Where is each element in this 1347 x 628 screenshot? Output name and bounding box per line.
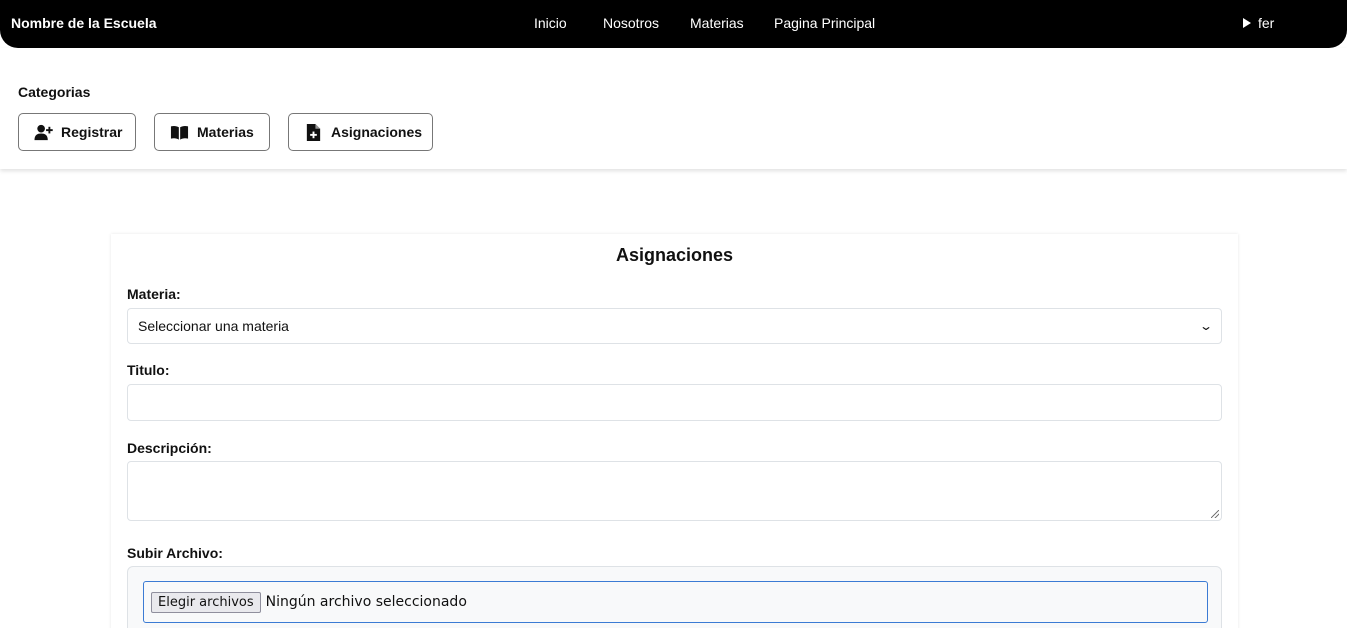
titulo-label: Titulo: xyxy=(127,362,170,378)
file-status-text: Ningún archivo seleccionado xyxy=(265,594,467,610)
file-input[interactable]: Elegir archivos Ningún archivo seleccion… xyxy=(143,581,1208,623)
caret-right-icon xyxy=(1243,18,1251,28)
asignaciones-label: Asignaciones xyxy=(331,124,423,140)
registrar-button[interactable]: Registrar xyxy=(18,113,136,151)
nav-link-pagina-principal[interactable]: Pagina Principal xyxy=(774,15,875,31)
categories-title: Categorias xyxy=(18,84,91,100)
registrar-label: Registrar xyxy=(61,124,123,140)
user-plus-icon xyxy=(34,123,53,142)
chevron-down-icon: ⌄ xyxy=(1198,319,1214,333)
resize-grip-icon[interactable] xyxy=(1211,510,1219,518)
materias-label: Materias xyxy=(197,124,254,140)
materias-button[interactable]: Materias xyxy=(154,113,270,151)
categories-bar: Categorias Registrar Materias Asignacion… xyxy=(0,48,1347,169)
assignment-form-card: Asignaciones Materia: Seleccionar una ma… xyxy=(111,234,1238,628)
nav-link-materias[interactable]: Materias xyxy=(690,15,744,31)
user-name: fer xyxy=(1258,15,1275,31)
asignaciones-button[interactable]: Asignaciones xyxy=(288,113,433,151)
materia-selected-value: Seleccionar una materia xyxy=(138,318,289,334)
top-navbar: Nombre de la Escuela Inicio Nosotros Mat… xyxy=(0,0,1347,48)
titulo-input[interactable] xyxy=(127,384,1222,421)
choose-files-button[interactable]: Elegir archivos xyxy=(151,591,261,613)
materia-label: Materia: xyxy=(127,286,181,302)
nav-link-nosotros[interactable]: Nosotros xyxy=(603,15,659,31)
nav-link-inicio[interactable]: Inicio xyxy=(534,15,567,31)
archivo-label: Subir Archivo: xyxy=(127,545,223,561)
main-nav: Inicio Nosotros Materias Pagina Principa… xyxy=(0,15,1347,33)
file-upload-box: Elegir archivos Ningún archivo seleccion… xyxy=(127,566,1222,628)
user-menu[interactable]: fer xyxy=(1243,15,1274,31)
form-title: Asignaciones xyxy=(615,245,734,265)
book-icon xyxy=(170,123,189,142)
descripcion-textarea[interactable] xyxy=(127,461,1222,521)
file-add-icon xyxy=(304,123,323,142)
materia-select[interactable]: Seleccionar una materia ⌄ xyxy=(127,308,1222,344)
descripcion-label: Descripción: xyxy=(127,440,212,456)
